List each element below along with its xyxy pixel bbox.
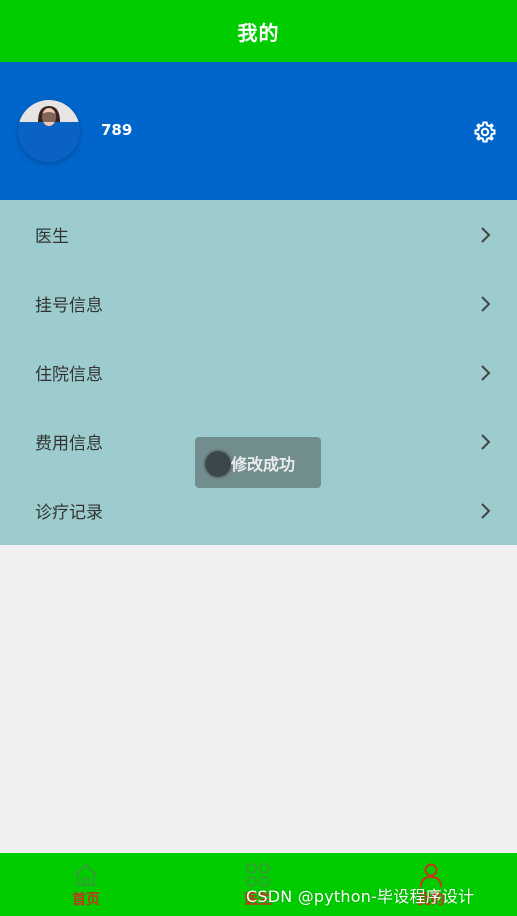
toast-message: 修改成功 (230, 454, 295, 474)
tab-home[interactable]: 首页 (0, 853, 172, 916)
watermark: CSDN @python-毕设程序设计 (246, 887, 475, 906)
page-title: 我的 (237, 20, 280, 45)
menu-item-label: 诊疗记录 (35, 503, 103, 523)
menu-item-label: 住院信息 (35, 365, 103, 385)
menu-item-label: 挂号信息 (35, 296, 103, 316)
tab-label: 首页 (72, 892, 101, 908)
page-header: 我的 (0, 0, 517, 62)
profile-card: 789 (0, 62, 517, 200)
gear-icon[interactable] (473, 120, 497, 144)
loading-spinner-icon (203, 449, 233, 479)
menu-item-doctor[interactable]: 医生 (0, 200, 517, 269)
chevron-right-icon (481, 502, 491, 519)
chevron-right-icon (481, 226, 491, 243)
menu-list: 医生 挂号信息 住院信息 费用信息 诊疗记录 (0, 200, 517, 545)
username: 789 (101, 121, 133, 139)
avatar-image (18, 100, 80, 162)
menu-item-hospitalization[interactable]: 住院信息 (0, 338, 517, 407)
menu-item-label: 医生 (35, 227, 69, 247)
chevron-right-icon (481, 295, 491, 312)
success-toast: 修改成功 (195, 437, 321, 488)
menu-item-label: 费用信息 (35, 434, 103, 454)
menu-item-registration[interactable]: 挂号信息 (0, 269, 517, 338)
chevron-right-icon (481, 364, 491, 381)
home-icon (74, 863, 98, 886)
avatar[interactable] (18, 100, 80, 162)
chevron-right-icon (481, 433, 491, 450)
